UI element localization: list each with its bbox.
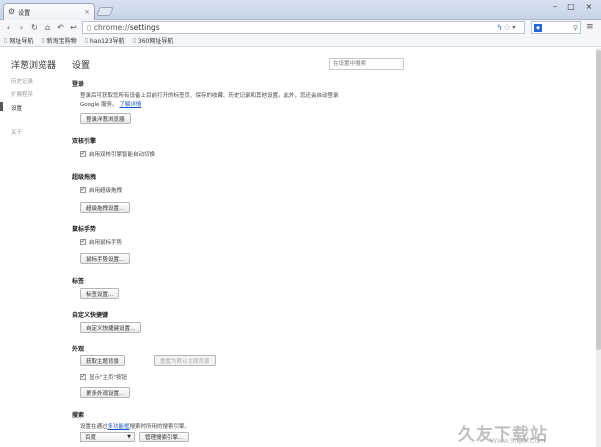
sign-in-button[interactable]: 登录洋葱浏览器: [80, 113, 131, 124]
back-icon[interactable]: ‹: [3, 22, 14, 33]
toolbar: ‹ › ↻ ⌂ ↶ ↩ ▯ chrome://settings ϟ ☆ ▾ ◆ …: [0, 20, 601, 35]
section-title-search: 搜索: [72, 412, 85, 419]
tab-settings-button[interactable]: 标签设置...: [80, 288, 120, 299]
page-icon: ▯: [41, 37, 45, 44]
sidebar-item-history[interactable]: 历史记录: [11, 77, 33, 85]
bookmark-item[interactable]: ▯ hao123导航: [85, 36, 125, 45]
tab-settings[interactable]: ⚙ 设置 ×: [3, 3, 95, 20]
shortcut-settings-button[interactable]: 自定义快捷键设置...: [80, 322, 142, 333]
page-title: 设置: [72, 61, 91, 71]
tab-strip: ⚙ 设置 × – □ ×: [0, 0, 601, 20]
sidebar-item-settings[interactable]: 设置: [11, 104, 22, 112]
section-title-super-drag: 超级拖拽: [72, 174, 97, 181]
manage-search-engines-button[interactable]: 管理搜索引擎...: [139, 432, 190, 442]
checkbox-icon[interactable]: ✓: [80, 187, 86, 193]
home-icon[interactable]: ⌂: [42, 22, 53, 33]
sidebar: 洋葱浏览器 历史记录 扩展程序 设置 关于: [0, 48, 58, 447]
star-icon[interactable]: ☆: [503, 23, 511, 33]
reset-theme-button[interactable]: 重置为默认主题背景: [154, 355, 216, 366]
checkbox-icon[interactable]: ✓: [80, 239, 86, 245]
page-icon: ▯: [132, 37, 136, 44]
show-home-button-checkbox[interactable]: ✓ 显示"主页"按钮: [80, 373, 127, 381]
super-drag-settings-button[interactable]: 超级拖拽设置...: [80, 202, 131, 213]
mouse-gesture-checkbox[interactable]: ✓ 启用鼠标手势: [80, 238, 122, 246]
checkbox-icon[interactable]: ✓: [80, 151, 86, 157]
page-icon: ▯: [4, 37, 8, 44]
minimize-icon[interactable]: –: [547, 0, 563, 13]
gear-icon: ⚙: [8, 7, 16, 16]
watermark-url: Www.9upk.Com: [490, 437, 546, 445]
section-title-tabs: 标签: [72, 278, 85, 285]
page-icon: ▯: [84, 37, 88, 44]
bookmark-item[interactable]: ▯ 360网址导航: [133, 36, 174, 45]
login-description: 登录后可获取您所有设备上目前打开的标签页、保存的收藏、历史记录和其他设置。此外，…: [80, 93, 339, 99]
sidebar-item-extensions[interactable]: 扩展程序: [11, 90, 33, 98]
login-description-2: Google 服务。 了解详情: [80, 102, 142, 108]
section-title-mouse-gesture: 鼠标手势: [72, 226, 97, 233]
more-appearance-settings-button[interactable]: 更多外观设置...: [80, 387, 131, 398]
page-icon: ▯: [87, 23, 91, 32]
settings-main: 设置 登录 登录后可获取您所有设备上目前打开的标签页、保存的收藏、历史记录和其他…: [72, 48, 592, 447]
url-text: chrome://settings: [93, 23, 160, 32]
reload-icon[interactable]: ↻: [29, 22, 40, 33]
tab-title: 设置: [18, 9, 31, 17]
search-engine-select[interactable]: 百度 ▼: [80, 432, 135, 442]
section-title-shortcuts: 自定义快捷键: [72, 312, 109, 319]
chevron-down-icon: ▼: [127, 434, 131, 440]
chevron-down-icon[interactable]: ▾: [512, 24, 515, 31]
address-bar[interactable]: ▯ chrome://settings: [82, 21, 525, 34]
section-title-appearance: 外观: [72, 346, 85, 353]
window-controls: – □ ×: [547, 0, 599, 14]
active-indicator: [0, 102, 3, 111]
search-icon[interactable]: ⚲: [573, 24, 578, 32]
checkbox-icon[interactable]: ✓: [80, 374, 86, 380]
search-engine-logo-icon[interactable]: ◆: [534, 23, 542, 32]
settings-search-input[interactable]: [329, 58, 404, 70]
settings-page: 洋葱浏览器 历史记录 扩展程序 设置 关于 设置 登录 登录后可获取您所有设备上…: [0, 48, 596, 447]
menu-icon[interactable]: ≡: [586, 22, 594, 32]
browser-window: ⚙ 设置 × – □ × ‹ › ↻ ⌂ ↶ ↩ ▯ chrome://sett…: [0, 0, 601, 447]
brand-title: 洋葱浏览器: [11, 61, 57, 71]
learn-more-link[interactable]: 了解详情: [119, 102, 141, 108]
lightning-icon[interactable]: ϟ: [497, 23, 502, 32]
section-title-login: 登录: [72, 81, 85, 88]
bookmarks-bar: ▯ 网址导航 ▯ 新淘宝购物 ▯ hao123导航 ▯ 360网址导航: [0, 35, 601, 47]
restore-icon[interactable]: ↩: [68, 22, 79, 33]
forward-icon[interactable]: ›: [16, 22, 27, 33]
address-bar-tools: ϟ ☆ ▾: [497, 21, 515, 34]
search-box[interactable]: ◆ ⚲: [531, 21, 581, 34]
section-title-dual-engine: 双核引擎: [72, 138, 97, 145]
mouse-gesture-settings-button[interactable]: 鼠标手势设置...: [80, 253, 131, 264]
close-window-icon[interactable]: ×: [579, 0, 599, 13]
dual-engine-checkbox[interactable]: ✓ 启用双核引擎智能自动切换: [80, 150, 155, 158]
omnibox-link[interactable]: 多功能框: [108, 424, 130, 430]
scrollbar-thumb[interactable]: [596, 50, 601, 350]
new-tab-button[interactable]: [96, 7, 114, 16]
sidebar-item-about[interactable]: 关于: [11, 128, 22, 136]
bookmark-item[interactable]: ▯ 网址导航: [4, 36, 33, 45]
bookmark-item[interactable]: ▯ 新淘宝购物: [41, 36, 76, 45]
tab-close-icon[interactable]: ×: [84, 8, 90, 16]
undo-close-tab-icon[interactable]: ↶: [55, 22, 66, 33]
super-drag-checkbox[interactable]: ✓ 启用超级拖拽: [80, 186, 122, 194]
scrollbar[interactable]: [596, 48, 601, 447]
maximize-icon[interactable]: □: [563, 0, 579, 13]
search-description: 设置在通过多功能框搜索时所用的搜索引擎。: [80, 424, 191, 430]
get-theme-button[interactable]: 获取主题背景: [80, 355, 126, 366]
